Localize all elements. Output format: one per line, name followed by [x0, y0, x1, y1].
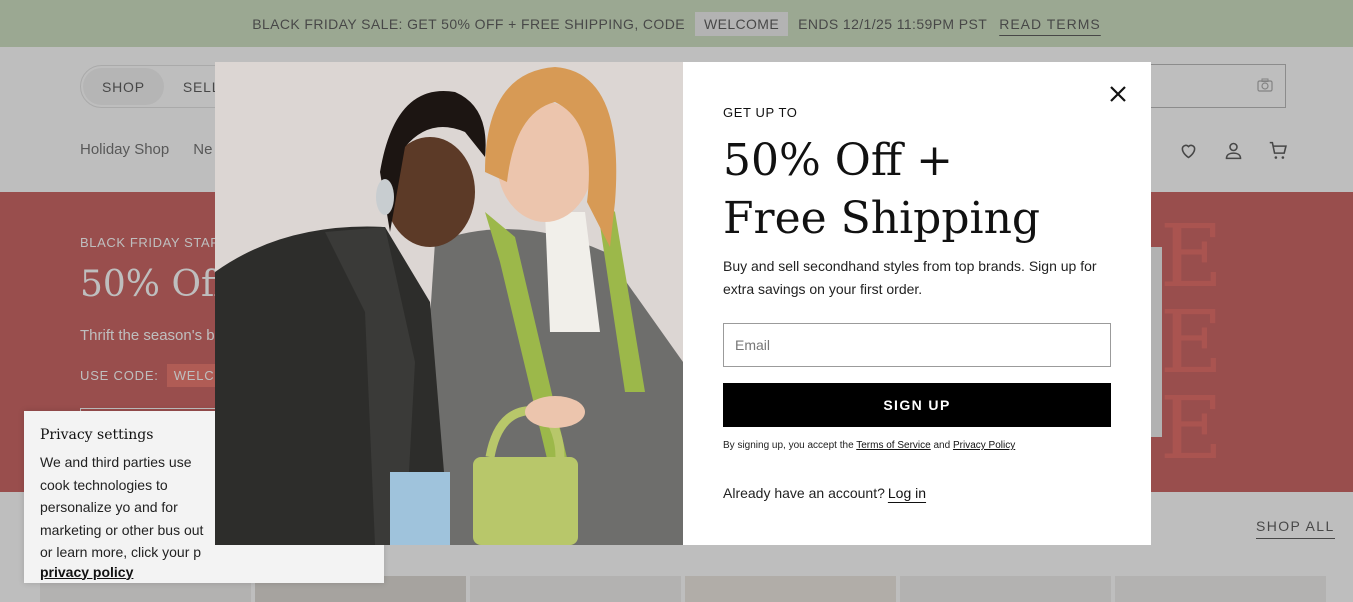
privacy-policy-link[interactable]: privacy policy [40, 564, 133, 580]
close-icon[interactable] [1107, 83, 1129, 105]
modal-headline: 50% Off + Free Shipping [723, 132, 1040, 248]
legal-and: and [933, 440, 951, 451]
privacy-body: We and third parties use cook technologi… [40, 454, 204, 560]
signup-modal: GET UP TO 50% Off + Free Shipping Buy an… [215, 62, 1151, 545]
legal-text: By signing up, you accept the Terms of S… [723, 440, 1015, 451]
signup-form: GET UP TO 50% Off + Free Shipping Buy an… [683, 62, 1151, 545]
modal-photo [215, 62, 683, 545]
modal-description: Buy and sell secondhand styles from top … [723, 258, 1097, 297]
modal-kicker: GET UP TO [723, 105, 798, 120]
headline-line-2: Free Shipping [723, 193, 1041, 244]
models-illustration [215, 62, 683, 545]
email-field[interactable] [723, 323, 1111, 367]
login-row: Already have an account? Log in [723, 485, 926, 501]
privacy-policy-link-modal[interactable]: Privacy Policy [953, 440, 1015, 451]
legal-prefix: By signing up, you accept the [723, 440, 854, 451]
login-prompt: Already have an account? [723, 485, 885, 501]
log-in-link[interactable]: Log in [888, 485, 926, 501]
terms-of-service-link[interactable]: Terms of Service [856, 440, 930, 451]
sign-up-button[interactable]: SIGN UP [723, 383, 1111, 427]
headline-line-1: 50% Off + [723, 135, 953, 186]
